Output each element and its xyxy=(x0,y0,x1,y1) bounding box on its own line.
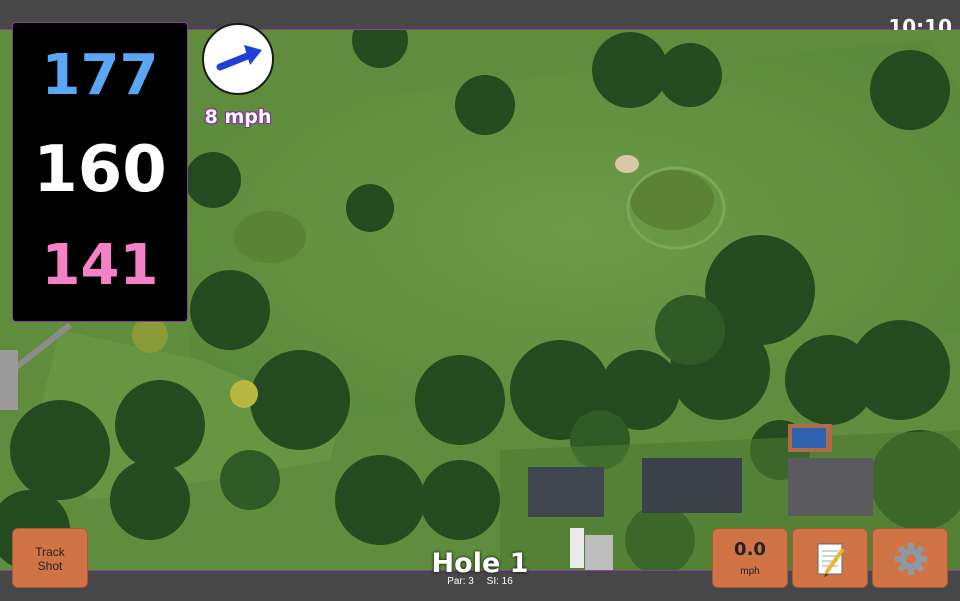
gear-icon xyxy=(895,543,927,575)
wind-direction-indicator xyxy=(202,23,274,95)
notes-button[interactable] xyxy=(792,528,868,588)
speed-unit: mph xyxy=(740,566,760,577)
distance-panel: 177 160 141 xyxy=(12,22,188,322)
par-label: Par: 3 xyxy=(447,576,474,587)
wind-speed: 8 mph xyxy=(204,106,272,128)
speed-value: 0.0 xyxy=(734,539,766,560)
arrow-icon xyxy=(216,45,262,71)
stroke-index-label: SI: 16 xyxy=(486,576,513,587)
track-shot-button[interactable]: Track Shot xyxy=(12,528,88,588)
speed-button[interactable]: 0.0 mph xyxy=(712,528,788,588)
notepad-icon xyxy=(817,543,845,577)
middle-distance: 160 xyxy=(33,133,167,207)
back-distance: 177 xyxy=(41,43,159,108)
hole-title: Hole 1 xyxy=(431,548,529,579)
settings-button[interactable] xyxy=(872,528,948,588)
front-distance: 141 xyxy=(41,233,159,298)
hole-info: Par: 3 SI: 16 xyxy=(380,576,580,587)
